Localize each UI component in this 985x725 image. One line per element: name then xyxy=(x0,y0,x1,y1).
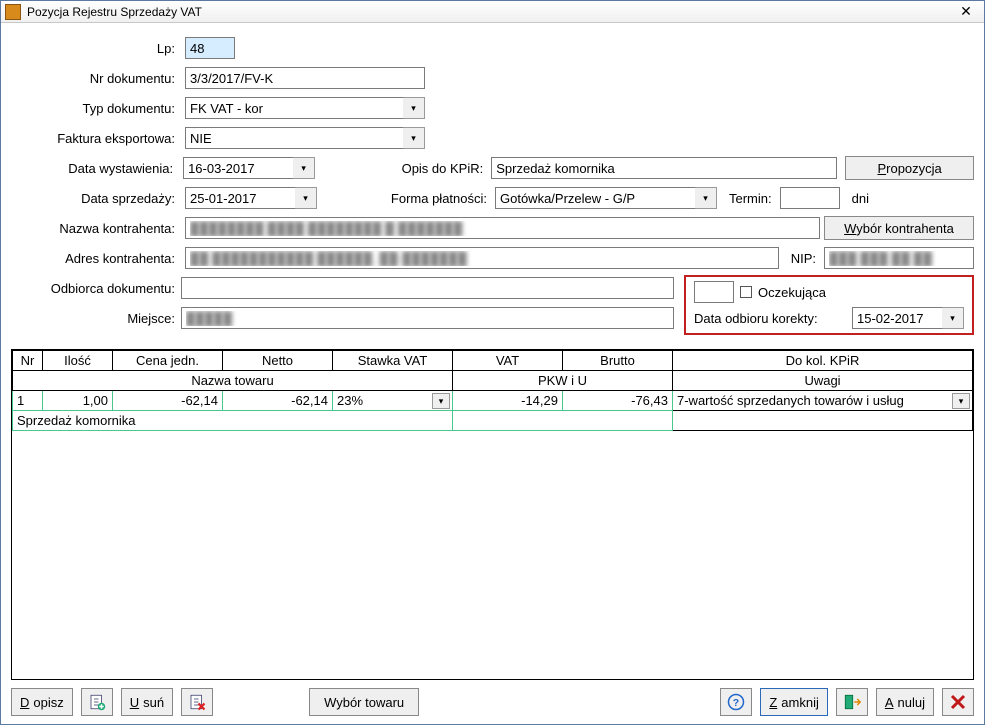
faktura-eksportowa-select[interactable] xyxy=(185,127,403,149)
nazwa-kontrahenta-label: Nazwa kontrahenta: xyxy=(11,221,181,236)
data-odbioru-label: Data odbioru korekty: xyxy=(694,311,818,326)
cancel-x-icon xyxy=(949,693,967,711)
typ-dokumentu-label: Typ dokumentu: xyxy=(11,101,181,116)
chevron-down-icon[interactable]: ▾ xyxy=(295,187,317,209)
nazwa-kontrahenta-input[interactable] xyxy=(185,217,820,239)
cell-nazwa-towaru[interactable]: Sprzedaż komornika xyxy=(13,411,453,431)
nip-input[interactable] xyxy=(824,247,974,269)
cell-brutto[interactable]: -76,43 xyxy=(563,391,673,411)
opis-kpir-input[interactable] xyxy=(491,157,837,179)
col-nazwa-towaru[interactable]: Nazwa towaru xyxy=(13,371,453,391)
delete-page-icon xyxy=(188,693,206,711)
col-vat[interactable]: VAT xyxy=(453,351,563,371)
cell-pkwiu[interactable] xyxy=(453,411,673,431)
dni-label: dni xyxy=(844,191,873,206)
usun-icon-button[interactable] xyxy=(181,688,213,716)
cell-kpir-value: 7-wartość sprzedanych towarów i usług xyxy=(677,393,904,408)
app-icon xyxy=(5,4,21,20)
chevron-down-icon[interactable]: ▾ xyxy=(942,307,964,329)
cell-ilosc[interactable]: 1,00 xyxy=(43,391,113,411)
correction-receipt-box: Oczekująca Data odbioru korekty: ▾ xyxy=(684,275,974,335)
opis-kpir-label: Opis do KPiR: xyxy=(319,161,487,176)
adres-kontrahenta-input[interactable] xyxy=(185,247,779,269)
grid-table: Nr Ilość Cena jedn. Netto Stawka VAT VAT… xyxy=(12,350,973,431)
chevron-down-icon[interactable]: ▾ xyxy=(293,157,315,179)
chevron-down-icon[interactable]: ▾ xyxy=(952,393,970,409)
usun-button[interactable]: Usuń xyxy=(121,688,173,716)
anuluj-button[interactable]: Anuluj xyxy=(876,688,934,716)
col-kpir[interactable]: Do kol. KPiR xyxy=(673,351,973,371)
wybor-towaru-button[interactable]: Wybór towaru xyxy=(309,688,419,716)
data-wystawienia-label: Data wystawienia: xyxy=(11,161,179,176)
cell-uwagi[interactable] xyxy=(673,411,973,431)
oczekujaca-checkbox[interactable] xyxy=(740,286,752,298)
table-row[interactable]: 1 1,00 -62,14 -62,14 23% ▾ -14,29 -76,43… xyxy=(13,391,973,411)
form-area: Lp: Nr dokumentu: Typ dokumentu: ▾ Faktu… xyxy=(1,23,984,345)
wybor-towaru-label: Wybór towaru xyxy=(324,695,404,710)
data-wystawienia-input[interactable] xyxy=(183,157,293,179)
cell-stawka-value: 23% xyxy=(337,393,363,408)
termin-input[interactable] xyxy=(780,187,840,209)
col-netto[interactable]: Netto xyxy=(223,351,333,371)
data-sprzedazy-label: Data sprzedaży: xyxy=(11,191,181,206)
col-stawka[interactable]: Stawka VAT xyxy=(333,351,453,371)
dopisz-button[interactable]: Dopisz xyxy=(11,688,73,716)
window-title: Pozycja Rejestru Sprzedaży VAT xyxy=(27,5,946,19)
help-button[interactable]: ? xyxy=(720,688,752,716)
cell-nr[interactable]: 1 xyxy=(13,391,43,411)
col-uwagi[interactable]: Uwagi xyxy=(673,371,973,391)
nr-dokumentu-input[interactable] xyxy=(185,67,425,89)
nip-label: NIP: xyxy=(783,251,820,266)
title-bar: Pozycja Rejestru Sprzedaży VAT ✕ xyxy=(1,1,984,23)
svg-text:?: ? xyxy=(733,697,739,709)
forma-platnosci-select[interactable] xyxy=(495,187,695,209)
lp-label: Lp: xyxy=(11,41,181,56)
oczekujaca-code-input[interactable] xyxy=(694,281,734,303)
col-brutto[interactable]: Brutto xyxy=(563,351,673,371)
odbiorca-dokumentu-input[interactable] xyxy=(181,277,674,299)
termin-label: Termin: xyxy=(721,191,776,206)
typ-dokumentu-select[interactable] xyxy=(185,97,403,119)
anuluj-icon-button[interactable] xyxy=(942,688,974,716)
col-cena[interactable]: Cena jedn. xyxy=(113,351,223,371)
miejsce-label: Miejsce: xyxy=(11,311,181,326)
lp-input[interactable] xyxy=(185,37,235,59)
items-grid: Nr Ilość Cena jedn. Netto Stawka VAT VAT… xyxy=(11,349,974,680)
odbiorca-dokumentu-label: Odbiorca dokumentu: xyxy=(11,281,181,296)
zamknij-button[interactable]: Zamknij xyxy=(760,688,828,716)
nr-dokumentu-label: Nr dokumentu: xyxy=(11,71,181,86)
data-odbioru-input[interactable] xyxy=(852,307,942,329)
dopisz-icon-button[interactable] xyxy=(81,688,113,716)
col-ilosc[interactable]: Ilość xyxy=(43,351,113,371)
oczekujaca-label: Oczekująca xyxy=(758,285,826,300)
forma-platnosci-label: Forma płatności: xyxy=(321,191,491,206)
help-icon: ? xyxy=(727,693,745,711)
footer-toolbar: Dopisz Usuń Wybór towaru ? Zamknij Anulu… xyxy=(1,680,984,724)
faktura-eksportowa-label: Faktura eksportowa: xyxy=(11,131,181,146)
cell-vat[interactable]: -14,29 xyxy=(453,391,563,411)
add-page-icon xyxy=(88,693,106,711)
propozycja-button[interactable]: PPropozycjaropozycja xyxy=(845,156,974,180)
chevron-down-icon[interactable]: ▾ xyxy=(432,393,450,409)
miejsce-input[interactable] xyxy=(181,307,674,329)
cell-stawka[interactable]: 23% ▾ xyxy=(333,391,453,411)
door-exit-icon xyxy=(843,693,861,711)
zamknij-icon-button[interactable] xyxy=(836,688,868,716)
col-nr[interactable]: Nr xyxy=(13,351,43,371)
close-icon[interactable]: ✕ xyxy=(952,3,980,21)
cell-kpir[interactable]: 7-wartość sprzedanych towarów i usług ▾ xyxy=(673,391,973,411)
wybor-kontrahenta-button[interactable]: Wybór kontrahenta xyxy=(824,216,974,240)
chevron-down-icon[interactable]: ▾ xyxy=(403,97,425,119)
data-sprzedazy-input[interactable] xyxy=(185,187,295,209)
adres-kontrahenta-label: Adres kontrahenta: xyxy=(11,251,181,266)
chevron-down-icon[interactable]: ▾ xyxy=(695,187,717,209)
table-row[interactable]: Sprzedaż komornika xyxy=(13,411,973,431)
chevron-down-icon[interactable]: ▾ xyxy=(403,127,425,149)
cell-cena[interactable]: -62,14 xyxy=(113,391,223,411)
grid-header-row-1: Nr Ilość Cena jedn. Netto Stawka VAT VAT… xyxy=(13,351,973,371)
col-pkwiu[interactable]: PKW i U xyxy=(453,371,673,391)
grid-header-row-2: Nazwa towaru PKW i U Uwagi xyxy=(13,371,973,391)
cell-netto[interactable]: -62,14 xyxy=(223,391,333,411)
